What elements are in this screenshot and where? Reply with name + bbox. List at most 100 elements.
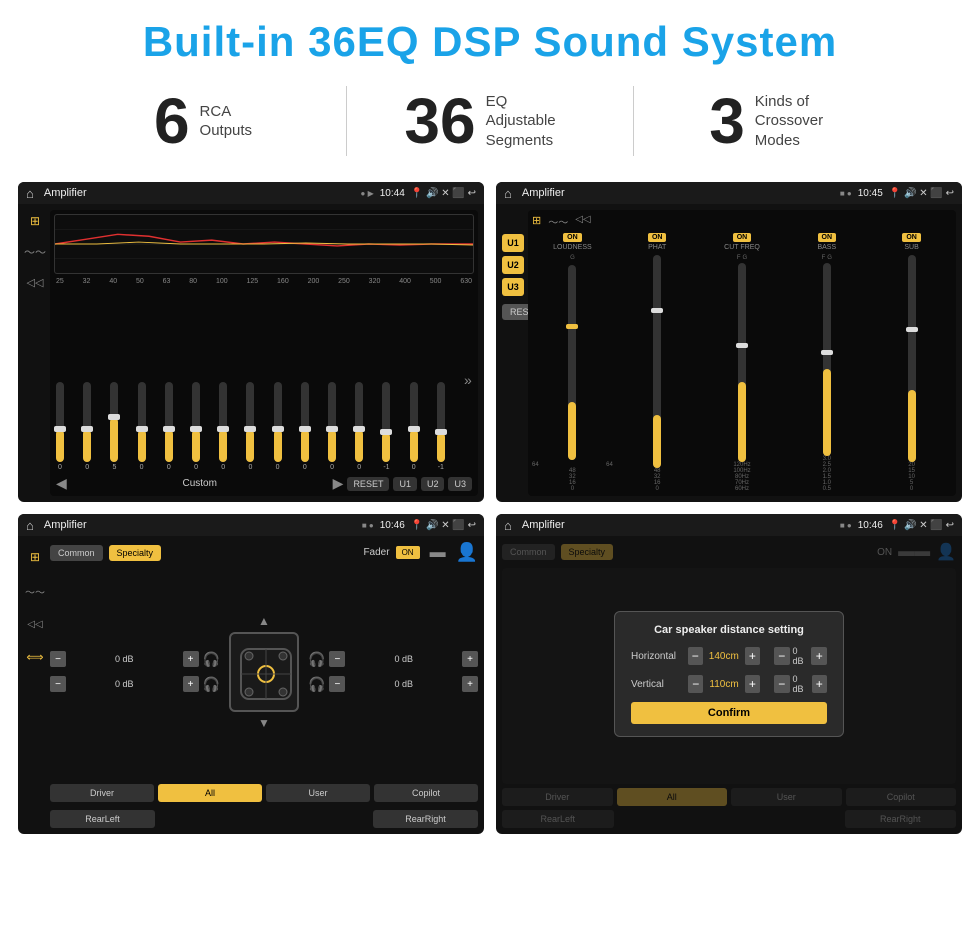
amp-sub-slider[interactable] [908,255,916,462]
stat-crossover: 3 Kinds ofCrossover Modes [634,89,920,153]
dialog-vertical-value: 110cm [709,679,738,690]
eq-home-icon[interactable]: ⌂ [26,186,34,201]
amp-home-icon[interactable]: ⌂ [504,186,512,201]
fader-profile-icon[interactable]: 👤 [456,542,478,563]
fader-all-btn[interactable]: All [158,784,262,802]
speaker-fr: 🎧 − 0 dB + [308,651,478,668]
fader-toggle-icon[interactable]: ▬ [426,544,450,562]
spk-rr-minus[interactable]: − [329,676,345,692]
amp-bass-sub: F G [822,255,832,261]
eq-dot-icon: ● ▶ [361,189,374,198]
amp-u2-btn[interactable]: U2 [502,256,524,274]
fader-center-diagram: ▲ [224,614,304,730]
spk-rl-val: 0 dB [70,679,179,689]
spk-rl-minus[interactable]: − [50,676,66,692]
freq-200: 200 [308,278,320,285]
eq-more-icon[interactable]: » [464,372,472,388]
eq-slider-8: 0 [246,382,254,471]
spk-fr-plus[interactable]: + [462,651,478,667]
eq-slider-12: 0 [355,382,363,471]
eq-next-btn[interactable]: ▶ [333,475,344,492]
dialog-horizontal-minus[interactable]: − [688,647,703,665]
dialog-vertical-minus[interactable]: − [688,675,703,693]
fader-arrows-icon[interactable]: ⟺ [26,650,43,664]
amp-loudness-on[interactable]: ON [563,233,582,242]
amp-main-content: U1 U2 U3 RESET ⊞ 〜〜 ◁◁ ON [502,210,956,496]
eq-slider-13: -1 [382,382,390,471]
amp-phat-on[interactable]: ON [648,233,667,242]
fader-wave-icon[interactable]: 〜〜 [25,584,45,599]
eq-u1-btn[interactable]: U1 [393,477,417,491]
amp-cutfreq-on[interactable]: ON [733,233,752,242]
page-title: Built-in 36EQ DSP Sound System [0,0,980,76]
dialog-rdb-plus[interactable]: + [811,647,827,665]
spk-fl-plus[interactable]: + [183,651,199,667]
amp-u1-btn[interactable]: U1 [502,234,524,252]
confirm-button[interactable]: Confirm [631,702,827,724]
eq-u2-btn[interactable]: U2 [421,477,445,491]
eq-wave-icon[interactable]: 〜〜 [24,244,46,260]
eq-filter-icon[interactable]: ⊞ [30,214,40,228]
dialog-rdb2-plus[interactable]: + [812,675,828,693]
amp-loudness-label: LOUDNESS [553,244,592,251]
amp-phat-slider[interactable] [653,255,661,468]
dialog-vertical-label: Vertical [631,679,682,690]
amp-cutfreq-label: CUT FREQ [724,244,760,251]
freq-50: 50 [136,278,144,285]
fader-specialty-tab[interactable]: Specialty [109,545,162,561]
fader-time: 10:46 [380,520,405,531]
dialog-rdb-minus[interactable]: − [774,647,790,665]
fader-rearright-btn[interactable]: RearRight [373,810,478,828]
distance-dialog: Car speaker distance setting Horizontal … [614,611,844,737]
fader-copilot-btn[interactable]: Copilot [374,784,478,802]
dialog-vertical-plus[interactable]: + [745,675,760,693]
eq-slider-2: 0 [83,382,91,471]
fader-main-panel: Common Specialty Fader ON ▬ 👤 − [50,542,478,828]
fader-up-arrow: ▲ [258,614,270,628]
eq-slider-14: 0 [410,382,418,471]
speaker-rr: 🎧 − 0 dB + [308,676,478,693]
eq-u3-btn[interactable]: U3 [448,477,472,491]
amp-cutfreq-slider[interactable] [738,263,746,462]
amp-bass-slider[interactable] [823,263,831,456]
fader-user-btn[interactable]: User [266,784,370,802]
eq-freq-labels: 25 32 40 50 63 80 100 125 160 200 250 32… [54,278,474,285]
fader-common-tab[interactable]: Common [50,545,103,561]
spk-fr-minus[interactable]: − [329,651,345,667]
fader-on-badge[interactable]: ON [396,546,420,559]
dialog-rdb2-minus[interactable]: − [774,675,790,693]
eq-reset-btn[interactable]: RESET [347,477,389,491]
fader-speaker-icon[interactable]: ◁◁ [27,619,42,630]
freq-25: 25 [56,278,64,285]
stats-row: 6 RCAOutputs 36 EQ AdjustableSegments 3 … [0,76,980,174]
spk-rr-val: 0 dB [349,679,458,689]
fader-home-icon[interactable]: ⌂ [26,518,34,533]
fader-fader-label: Fader [363,547,389,558]
fader-driver-btn[interactable]: Driver [50,784,154,802]
eq-main-panel: 25 32 40 50 63 80 100 125 160 200 250 32… [50,210,478,496]
fader-bottom-buttons: Driver All User Copilot [50,784,478,802]
fader-eq-icon[interactable]: ⊞ [30,550,40,564]
amp-u3-btn[interactable]: U3 [502,278,524,296]
spk-fl-minus[interactable]: − [50,651,66,667]
eq-main-content: ⊞ 〜〜 ◁◁ [24,210,478,496]
eq-prev-btn[interactable]: ◀ [56,475,67,492]
dialog-horizontal-plus[interactable]: + [745,647,760,665]
fader-rearleft-btn[interactable]: RearLeft [50,810,155,828]
eq-content-area: ⊞ 〜〜 ◁◁ [18,204,484,502]
fader-main-content: ⊞ 〜〜 ◁◁ ⟺ Common Specialty Fader ON ▬ [24,542,478,828]
amp-wave-icon[interactable]: 〜〜 [548,214,568,229]
amp-content-area: U1 U2 U3 RESET ⊞ 〜〜 ◁◁ ON [496,204,962,502]
stat-eq-label: EQ AdjustableSegments [486,92,576,151]
amp-loudness-slider[interactable] [568,265,576,460]
amp-sub-on[interactable]: ON [902,233,921,242]
spk-rl-plus[interactable]: + [183,676,199,692]
fader-screen-title: Amplifier [40,519,356,531]
eq-speaker-icon[interactable]: ◁◁ [27,276,44,289]
amp-eq-icon[interactable]: ⊞ [532,214,541,229]
amp-speaker-icon[interactable]: ◁◁ [575,214,590,229]
spk-rr-plus[interactable]: + [462,676,478,692]
eq-slider-15: -1 [437,382,445,471]
amp-bass-on[interactable]: ON [818,233,837,242]
fader-down-arrow: ▼ [258,716,270,730]
